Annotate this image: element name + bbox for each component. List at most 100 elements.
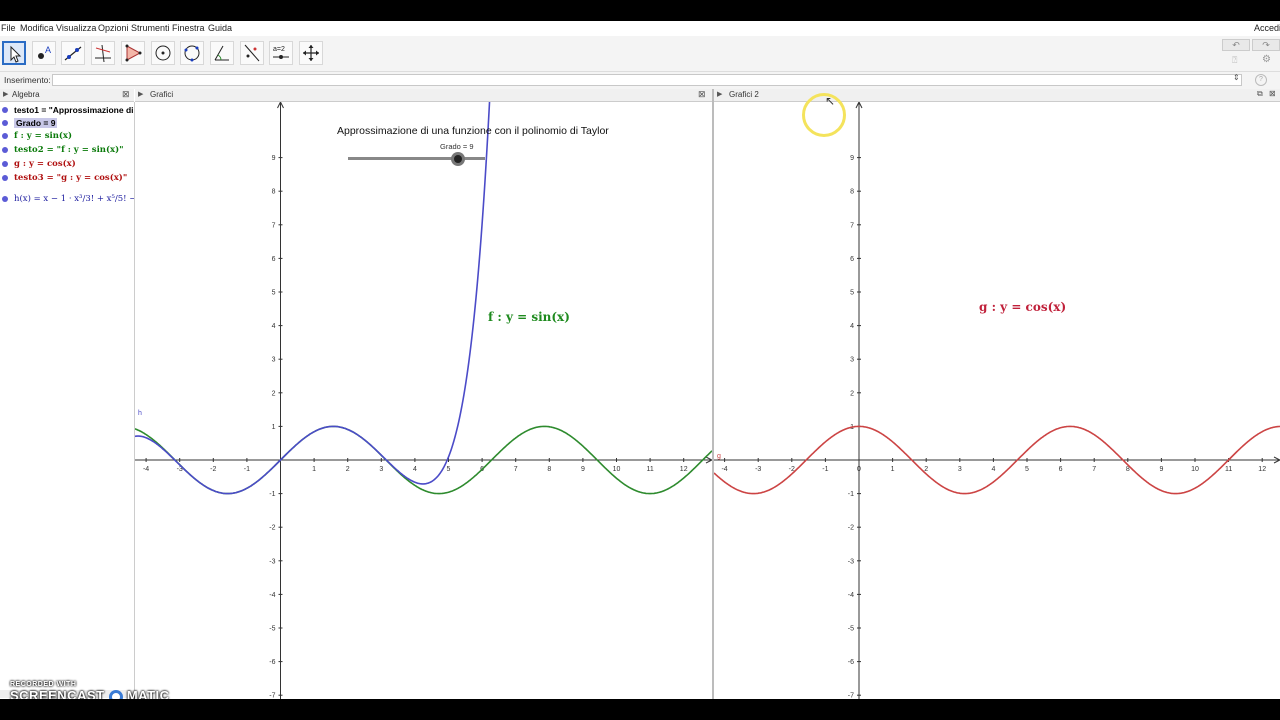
y-tick-label: -6 — [269, 659, 275, 666]
x-tick-label: -1 — [822, 466, 828, 473]
input-bar: Inserimento: ⇕ ? — [0, 72, 1280, 89]
slider-tool-button[interactable]: a=2 — [269, 41, 293, 65]
function-f-label[interactable]: f : y = sin(x) — [488, 310, 570, 324]
geogebra-window: File Modifica Visualizza Opzioni Strumen… — [0, 21, 1280, 699]
y-tick-label: 5 — [272, 290, 276, 297]
x-tick-label: -4 — [721, 466, 727, 473]
algebra-item[interactable]: testo3 = "g : y = cos(x)" — [0, 172, 134, 184]
help-icon[interactable]: ⍰ — [1232, 55, 1237, 66]
circle-tool-button[interactable] — [151, 41, 175, 65]
visibility-toggle-icon[interactable] — [2, 196, 8, 202]
x-tick-label: 3 — [958, 466, 962, 473]
polygon-tool-button[interactable] — [121, 41, 145, 65]
y-tick-label: 4 — [850, 323, 854, 330]
x-tick-label: 9 — [1159, 466, 1163, 473]
x-tick-label: 10 — [613, 466, 621, 473]
settings-gear-icon[interactable]: ⚙ — [1262, 54, 1271, 65]
point-tool-button[interactable]: A — [32, 41, 56, 65]
algebra-item[interactable]: testo2 = "f : y = sin(x)" — [0, 144, 134, 156]
watermark-line3: MATIC — [126, 688, 170, 699]
menu-file[interactable]: File — [1, 23, 16, 33]
x-tick-label: 6 — [1059, 466, 1063, 473]
watermark-line1: RECORDED WITH — [10, 681, 77, 688]
visibility-toggle-icon[interactable] — [2, 120, 8, 126]
perpendicular-tool-button[interactable] — [91, 41, 115, 65]
y-tick-label: -2 — [848, 525, 854, 532]
graphics1-title: Grafici — [150, 90, 174, 99]
x-tick-label: 10 — [1191, 466, 1199, 473]
algebra-item[interactable]: g : y = cos(x) — [0, 158, 134, 170]
y-tick-label: 3 — [850, 357, 854, 364]
y-tick-label: -6 — [848, 659, 854, 666]
x-tick-label: 5 — [1025, 466, 1029, 473]
x-tick-label: 11 — [1225, 466, 1232, 473]
x-tick-label: 3 — [379, 466, 383, 473]
graphics-view-2[interactable]: -4 -3 -2 -1 0 1 2 3 4 5 6 7 8 9 10 11 12-7-6-5-4-3-2-112… — [714, 102, 1280, 699]
cursor-arrow-icon — [10, 45, 22, 63]
y-tick-label: 6 — [272, 256, 276, 263]
function-g-label[interactable]: g : y = cos(x) — [979, 300, 1066, 314]
y-tick-label: -5 — [848, 626, 854, 633]
reflect-tool-button[interactable] — [240, 41, 264, 65]
undock-icon[interactable]: ⧉ — [1257, 89, 1263, 99]
line-tool-button[interactable] — [61, 41, 85, 65]
menu-strumenti[interactable]: Strumenti — [131, 23, 170, 33]
collapse-triangle-icon[interactable]: ▶ — [717, 90, 722, 98]
visibility-toggle-icon[interactable] — [2, 147, 8, 153]
y-tick-label: 2 — [272, 390, 276, 397]
move-view-tool-button[interactable] — [299, 41, 323, 65]
menu-visualizza[interactable]: Visualizza — [56, 23, 96, 33]
login-link[interactable]: Accedi — [1254, 23, 1280, 33]
x-tick-label: 4 — [991, 466, 995, 473]
y-tick-label: 6 — [850, 256, 854, 263]
input-label: Inserimento: — [4, 75, 51, 85]
y-tick-label: -7 — [269, 693, 275, 699]
x-tick-label: 9 — [581, 466, 585, 473]
watermark-line2: SCREENCAST — [10, 688, 105, 699]
algebra-item[interactable]: testo1 = "Approssimazione di u — [0, 104, 134, 116]
visibility-toggle-icon[interactable] — [2, 161, 8, 167]
y-tick-label: 1 — [272, 424, 276, 431]
visibility-toggle-icon[interactable] — [2, 107, 8, 113]
algebra-item[interactable]: f : y = sin(x) — [0, 130, 134, 142]
graphics-heading-text[interactable]: Approssimazione di una funzione con il p… — [337, 125, 609, 137]
redo-button[interactable]: ↷ — [1252, 39, 1280, 51]
menu-modifica[interactable]: Modifica — [20, 23, 54, 33]
undo-button[interactable]: ↶ — [1222, 39, 1250, 51]
cursor-highlight — [802, 93, 846, 137]
angle-tool-button[interactable] — [210, 41, 234, 65]
x-tick-label: 11 — [646, 466, 653, 473]
visibility-toggle-icon[interactable] — [2, 175, 8, 181]
y-tick-label: 9 — [850, 155, 854, 162]
angle-icon — [214, 45, 229, 61]
menu-finestra[interactable]: Finestra — [172, 23, 205, 33]
reflect-icon — [244, 44, 260, 62]
algebra-item[interactable]: h(x) = x − 1 · x³/3! + x⁵/5! − 1 — [0, 190, 134, 208]
y-tick-label: 9 — [272, 155, 276, 162]
close-icon[interactable]: ⊠ — [122, 89, 130, 100]
visibility-toggle-icon[interactable] — [2, 133, 8, 139]
y-tick-label: 2 — [850, 390, 854, 397]
move-tool-button[interactable] — [2, 41, 26, 65]
collapse-triangle-icon[interactable]: ▶ — [138, 90, 143, 98]
x-tick-label: -4 — [143, 466, 149, 473]
input-help-icon[interactable]: ? — [1255, 74, 1267, 86]
x-tick-label: -2 — [210, 466, 216, 473]
graphics-view-1[interactable]: -4 -3 -2 -1 1 2 3 4 5 6 7 8 9 10 11 12-7-6-5-4-3-2-1123… — [135, 102, 712, 699]
circle-three-points-icon — [184, 45, 200, 62]
conic-tool-button[interactable] — [180, 41, 204, 65]
slider-handle[interactable] — [450, 152, 465, 166]
toolbar: A a=2 ↶ ↷ ⍰ ⚙ — [0, 36, 1280, 72]
y-tick-label: -1 — [269, 491, 275, 498]
input-history-arrows-icon[interactable]: ⇕ — [1233, 73, 1240, 82]
algebra-view: testo1 = "Approssimazione di u Grado = 9… — [0, 102, 135, 699]
menu-guida[interactable]: Guida — [208, 23, 232, 33]
input-field[interactable] — [52, 74, 1242, 86]
polygon-icon — [125, 44, 142, 62]
close-icon[interactable]: ⊠ — [698, 89, 706, 100]
close-icon[interactable]: ⊠ — [1269, 89, 1276, 98]
collapse-triangle-icon[interactable]: ▶ — [3, 90, 8, 98]
algebra-item[interactable]: Grado = 9 — [0, 117, 134, 129]
menu-opzioni[interactable]: Opzioni — [98, 23, 129, 33]
slider-icon: a=2 — [273, 46, 289, 59]
